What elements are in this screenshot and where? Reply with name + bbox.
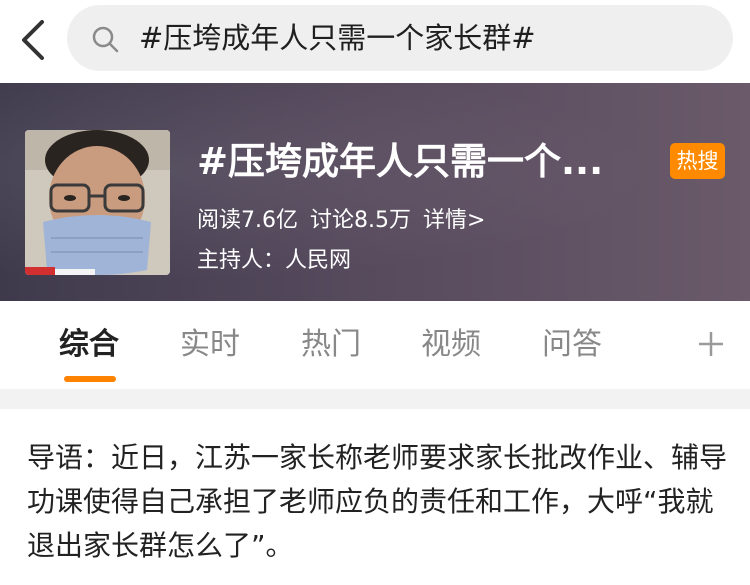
tab-hot[interactable]: 热门 <box>301 325 361 365</box>
topic-intro: 导语：近日，江苏一家长称老师要求家长批改作业、辅导功课使得自己承担了老师应负的责… <box>27 441 728 562</box>
section-divider <box>0 389 750 409</box>
topic-page: #压垮成年人只需一个家长群# #压垮成年人只需一个... 热搜 阅读7.6亿 讨… <box>0 0 750 585</box>
topic-cover-image[interactable] <box>25 130 170 275</box>
hot-search-badge: 热搜 <box>670 143 725 179</box>
active-tab-indicator <box>64 376 116 382</box>
chevron-left-icon <box>22 20 44 60</box>
details-link[interactable]: 详情> <box>423 208 485 233</box>
tab-video[interactable]: 视频 <box>421 325 481 365</box>
top-bar: #压垮成年人只需一个家长群# <box>0 0 750 83</box>
read-count: 阅读7.6亿 <box>197 208 298 233</box>
search-query: #压垮成年人只需一个家长群# <box>139 21 536 55</box>
topic-header: #压垮成年人只需一个... 热搜 阅读7.6亿 讨论8.5万 详情> 主持人：人民网 <box>0 83 750 301</box>
back-button[interactable] <box>14 18 54 62</box>
add-tab-button[interactable] <box>697 330 725 358</box>
topic-title: #压垮成年人只需一个... <box>197 140 604 183</box>
tab-realtime[interactable]: 实时 <box>180 325 240 365</box>
tab-comprehensive[interactable]: 综合 <box>59 325 119 365</box>
tab-bar: 综合 实时 热门 视频 问答 <box>0 301 750 389</box>
person-photo <box>25 130 170 275</box>
tab-qa[interactable]: 问答 <box>542 325 602 365</box>
search-icon <box>92 26 119 53</box>
search-input[interactable]: #压垮成年人只需一个家长群# <box>67 5 733 71</box>
topic-stats: 阅读7.6亿 讨论8.5万 详情> <box>197 206 497 236</box>
discussion-count: 讨论8.5万 <box>310 208 411 233</box>
plus-icon <box>699 332 723 356</box>
topic-host: 主持人：人民网 <box>197 248 352 273</box>
